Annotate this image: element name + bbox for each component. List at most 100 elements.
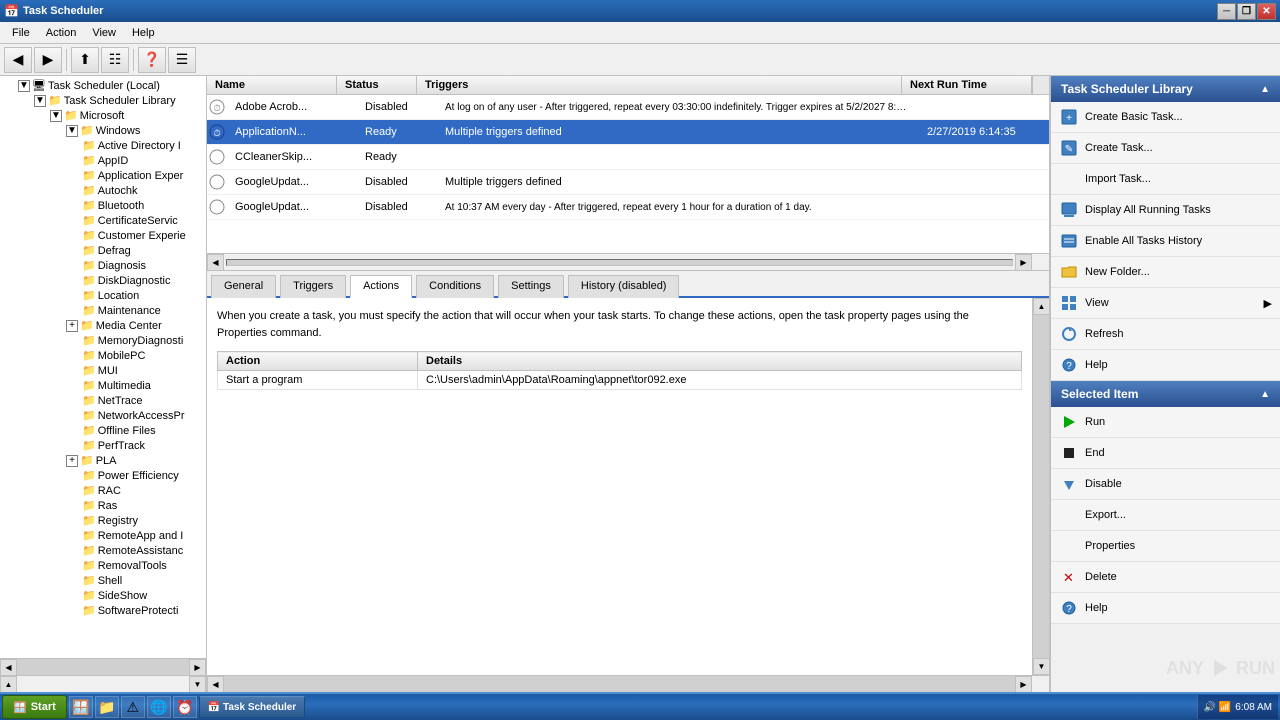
col-header-status[interactable]: Status	[337, 76, 417, 94]
action-new-folder[interactable]: New Folder...	[1051, 257, 1280, 288]
left-hscroll-left-btn[interactable]: ◀	[0, 659, 17, 676]
sidebar-item-defrag[interactable]: 📁 Defrag	[2, 243, 204, 258]
left-vscroll-up-btn[interactable]: ▲	[0, 676, 17, 692]
table-row[interactable]: Start a program C:\Users\admin\AppData\R…	[218, 371, 1022, 390]
left-hscroll-track[interactable]	[17, 659, 189, 675]
action-import-task[interactable]: Import Task...	[1051, 164, 1280, 195]
tree-media-center-expand[interactable]: +	[66, 320, 78, 332]
action-display-running[interactable]: Display All Running Tasks	[1051, 195, 1280, 226]
sidebar-item-application-experience[interactable]: 📁 Application Exper	[2, 168, 204, 183]
menu-action[interactable]: Action	[38, 25, 85, 41]
restore-button[interactable]: ❐	[1237, 3, 1256, 20]
back-button[interactable]: ◀	[4, 47, 32, 73]
help-button[interactable]: ❓	[138, 47, 166, 73]
taskbar-shield-btn[interactable]: ⚠	[121, 696, 145, 718]
tab-settings[interactable]: Settings	[498, 275, 564, 298]
tab-actions[interactable]: Actions	[350, 275, 412, 298]
tab-triggers[interactable]: Triggers	[280, 275, 346, 298]
tree-windows[interactable]: ▼ 📁 Windows	[2, 123, 204, 138]
tree-root-expand[interactable]: ▼	[18, 80, 30, 92]
sidebar-item-location[interactable]: 📁 Location	[2, 288, 204, 303]
action-help-library[interactable]: ? Help	[1051, 350, 1280, 381]
tree-microsoft-expand[interactable]: ▼	[50, 110, 62, 122]
sidebar-item-sideshow[interactable]: 📁 SideShow	[2, 588, 204, 603]
table-row[interactable]: ⏱ Adobe Acrob... Disabled At log on of a…	[207, 95, 1049, 120]
action-create-task[interactable]: ✎ Create Task...	[1051, 133, 1280, 164]
action-refresh[interactable]: Refresh	[1051, 319, 1280, 350]
sidebar-item-memory-diagnostics[interactable]: 📁 MemoryDiagnosti	[2, 333, 204, 348]
sidebar-item-software-protection[interactable]: 📁 SoftwareProtecti	[2, 603, 204, 618]
close-button[interactable]: ✕	[1257, 3, 1276, 20]
collapse-library-btn[interactable]: ▲	[1260, 84, 1270, 95]
col-header-name[interactable]: Name	[207, 76, 337, 94]
sidebar-item-rac[interactable]: 📁 RAC	[2, 483, 204, 498]
sidebar-item-mui[interactable]: 📁 MUI	[2, 363, 204, 378]
left-hscroll-right-btn[interactable]: ▶	[189, 659, 206, 676]
hscroll-left-btn[interactable]: ◀	[207, 254, 224, 271]
sidebar-item-network-access[interactable]: 📁 NetworkAccessPr	[2, 408, 204, 423]
detail-hscroll-left-btn[interactable]: ◀	[207, 676, 224, 692]
forward-button[interactable]: ▶	[34, 47, 62, 73]
detail-vscroll-up-btn[interactable]: ▲	[1033, 298, 1049, 315]
sidebar-item-bluetooth[interactable]: 📁 Bluetooth	[2, 198, 204, 213]
collapse-selected-btn[interactable]: ▲	[1260, 389, 1270, 400]
tree-library[interactable]: ▼ 📁 Task Scheduler Library	[2, 93, 204, 108]
sidebar-item-removal-tools[interactable]: 📁 RemovalTools	[2, 558, 204, 573]
view-button[interactable]: ☷	[101, 47, 129, 73]
taskbar-browser-btn[interactable]: 🌐	[147, 696, 171, 718]
tree-library-expand[interactable]: ▼	[34, 95, 46, 107]
start-button[interactable]: 🪟 Start	[2, 695, 67, 719]
minimize-button[interactable]: ─	[1217, 3, 1236, 20]
left-vscroll-down-btn[interactable]: ▼	[189, 676, 206, 692]
action-view[interactable]: View ▶	[1051, 288, 1280, 319]
hscroll-track[interactable]	[226, 259, 1013, 266]
sidebar-item-shell[interactable]: 📁 Shell	[2, 573, 204, 588]
detail-vscroll-down-btn[interactable]: ▼	[1033, 658, 1049, 675]
sidebar-item-power-efficiency[interactable]: 📁 Power Efficiency	[2, 468, 204, 483]
detail-hscroll-track[interactable]	[224, 676, 1015, 692]
sidebar-item-registry[interactable]: 📁 Registry	[2, 513, 204, 528]
properties-button[interactable]: ☰	[168, 47, 196, 73]
action-help-selected[interactable]: ? Help	[1051, 593, 1280, 624]
action-end[interactable]: End	[1051, 438, 1280, 469]
action-properties[interactable]: Properties	[1051, 531, 1280, 562]
taskbar-clock-btn[interactable]: ⏰	[173, 696, 197, 718]
sidebar-item-media-center[interactable]: + 📁 Media Center	[2, 318, 204, 333]
sidebar-item-ras[interactable]: 📁 Ras	[2, 498, 204, 513]
menu-help[interactable]: Help	[124, 25, 163, 41]
table-row[interactable]: GoogleUpdat... Disabled Multiple trigger…	[207, 170, 1049, 195]
menu-view[interactable]: View	[84, 25, 124, 41]
taskbar-ie-btn[interactable]: 🪟	[69, 696, 93, 718]
col-header-next-run[interactable]: Next Run Time	[902, 76, 1032, 94]
tree-microsoft[interactable]: ▼ 📁 Microsoft	[2, 108, 204, 123]
action-delete[interactable]: ✕ Delete	[1051, 562, 1280, 593]
tab-history[interactable]: History (disabled)	[568, 275, 680, 298]
sidebar-item-active-directory[interactable]: 📁 Active Directory I	[2, 138, 204, 153]
table-row[interactable]: CCleanerSkip... Ready	[207, 145, 1049, 170]
tab-conditions[interactable]: Conditions	[416, 275, 494, 298]
sidebar-item-offline-files[interactable]: 📁 Offline Files	[2, 423, 204, 438]
sidebar-item-certificate-services[interactable]: 📁 CertificateServic	[2, 213, 204, 228]
hscroll-right-btn[interactable]: ▶	[1015, 254, 1032, 271]
tree-windows-expand[interactable]: ▼	[66, 125, 78, 137]
table-row[interactable]: ⏱ ApplicationN... Ready Multiple trigger…	[207, 120, 1049, 145]
detail-vscroll-track[interactable]	[1033, 315, 1049, 658]
sidebar-item-remote-assistance[interactable]: 📁 RemoteAssistanc	[2, 543, 204, 558]
sidebar-item-diagnosis[interactable]: 📁 Diagnosis	[2, 258, 204, 273]
menu-file[interactable]: File	[4, 25, 38, 41]
sidebar-item-remote-app[interactable]: 📁 RemoteApp and I	[2, 528, 204, 543]
sidebar-item-perftrack[interactable]: 📁 PerfTrack	[2, 438, 204, 453]
tab-general[interactable]: General	[211, 275, 276, 298]
up-button[interactable]: ⬆	[71, 47, 99, 73]
sidebar-item-customer-experience[interactable]: 📁 Customer Experie	[2, 228, 204, 243]
col-header-triggers[interactable]: Triggers	[417, 76, 902, 94]
sidebar-item-autochk[interactable]: 📁 Autochk	[2, 183, 204, 198]
table-row[interactable]: GoogleUpdat... Disabled At 10:37 AM ever…	[207, 195, 1049, 220]
detail-hscroll-right-btn[interactable]: ▶	[1015, 676, 1032, 692]
action-disable[interactable]: Disable	[1051, 469, 1280, 500]
taskbar-folder-btn[interactable]: 📁	[95, 696, 119, 718]
sidebar-item-maintenance[interactable]: 📁 Maintenance	[2, 303, 204, 318]
taskbar-task-scheduler-btn[interactable]: 📅 Task Scheduler	[199, 696, 305, 718]
action-run[interactable]: Run	[1051, 407, 1280, 438]
tree-pla-expand[interactable]: +	[66, 455, 78, 467]
